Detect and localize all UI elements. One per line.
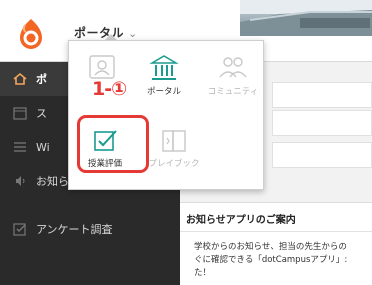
notice-title: お知らせアプリのご案内 — [186, 215, 296, 226]
header-banner-image — [240, 0, 372, 36]
sidebar-item-label: Wi — [36, 140, 50, 154]
chevron-down-icon: ⌄ — [128, 27, 138, 40]
speaker-icon — [12, 173, 28, 189]
playbook-icon — [143, 127, 205, 155]
sidebar-item-label: ス — [36, 107, 47, 120]
popup-tile-community[interactable]: コミュニティ — [203, 53, 263, 105]
popup-tile-label: ポータル — [146, 87, 181, 97]
sidebar-item-survey[interactable]: アンケート調査 — [0, 212, 180, 246]
survey-icon — [12, 221, 28, 237]
highlight-box — [77, 115, 149, 173]
app-logo-icon[interactable] — [14, 17, 48, 51]
institution-icon — [139, 53, 189, 83]
popup-tile-portal[interactable]: ポータル — [139, 53, 189, 105]
step-annotation: 1-① — [92, 78, 127, 100]
home-icon — [12, 71, 28, 87]
sidebar-item-label: ポ — [36, 73, 47, 86]
community-icon — [203, 53, 263, 83]
divider — [180, 231, 372, 232]
content-panel — [272, 142, 372, 168]
list-icon — [12, 139, 28, 155]
popup-tile-label: コミュニティ — [207, 87, 259, 97]
content-panel — [272, 82, 372, 108]
notice-body: 学校からのお知らせ、担当の先生からの ぐに確認できる「dotCampusアプリ」… — [194, 242, 348, 278]
notice-card: お知らせアプリのご案内 学校からのお知らせ、担当の先生からの ぐに確認できる「d… — [180, 202, 372, 285]
calendar-icon — [12, 105, 28, 121]
content-panel — [272, 110, 372, 136]
sidebar-item-label: アンケート調査 — [36, 223, 113, 236]
popup-tile-label: プレイブック — [148, 159, 200, 169]
popup-tile-playbook[interactable]: プレイブック — [143, 127, 205, 179]
